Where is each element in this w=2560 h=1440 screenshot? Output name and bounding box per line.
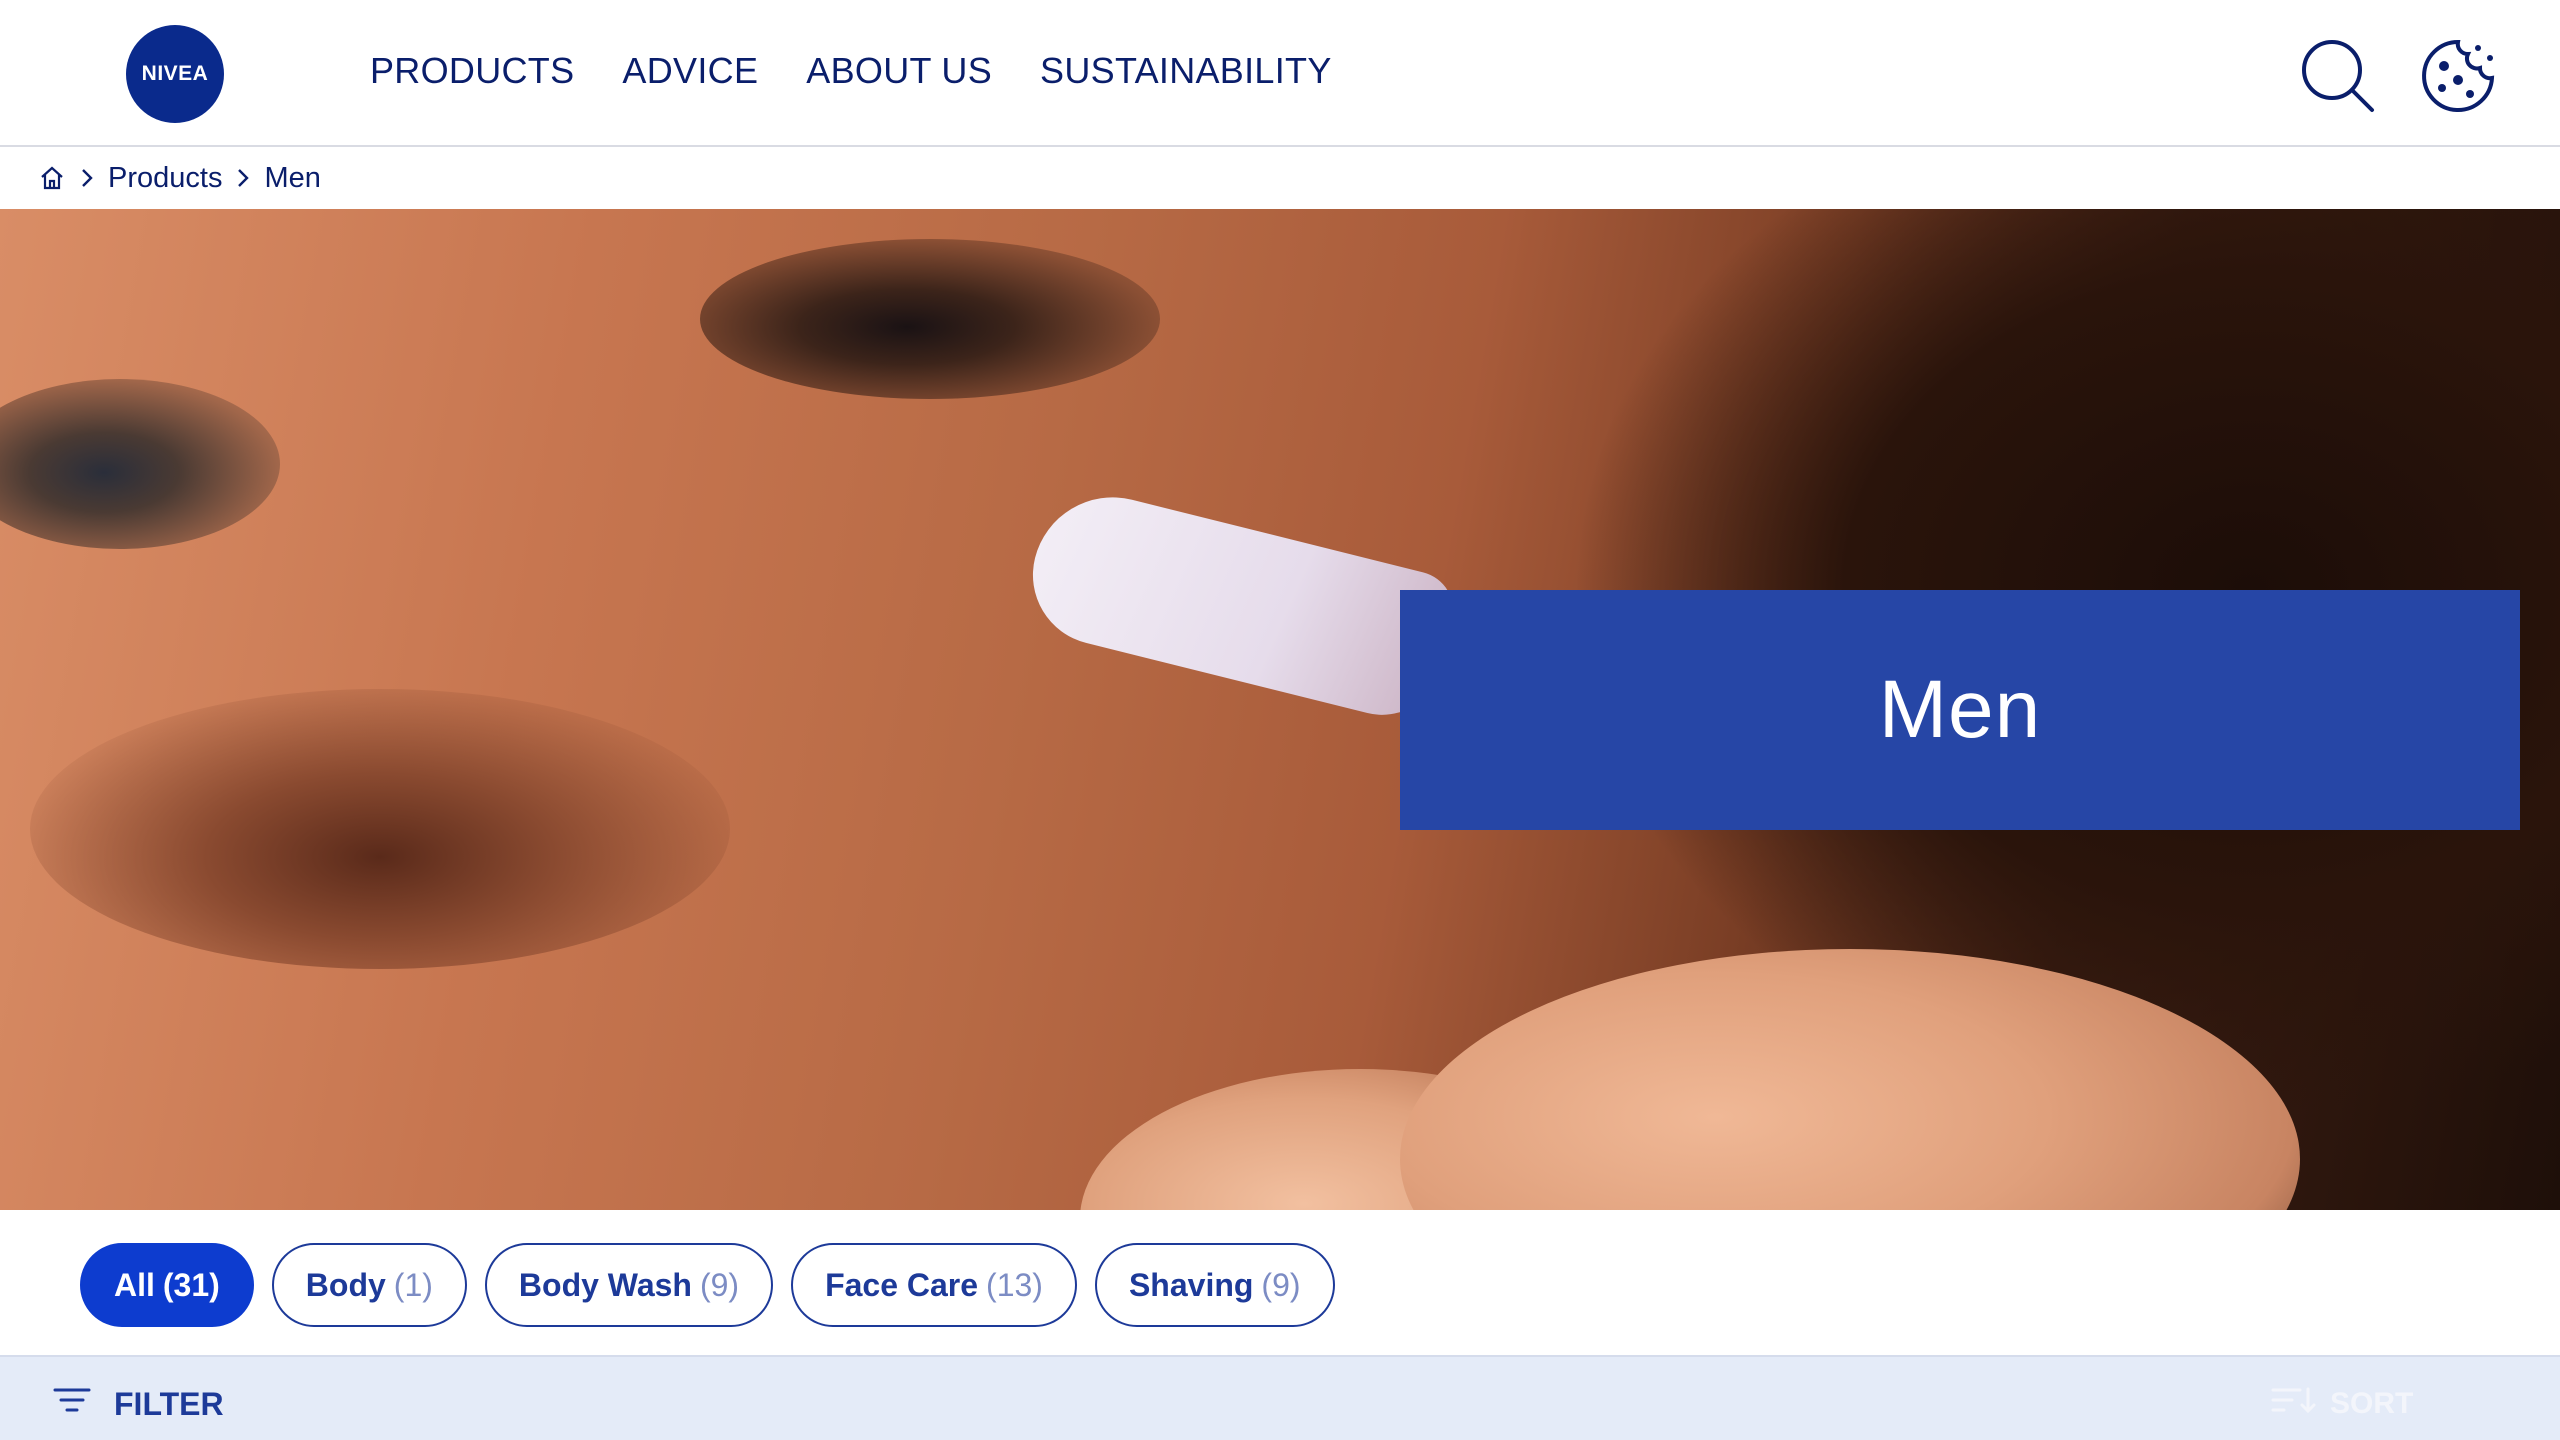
- sort-icon: [2270, 1385, 2316, 1423]
- sort-label: SORT: [2330, 1387, 2414, 1420]
- pill-label: Body Wash: [518, 1266, 692, 1303]
- category-pill-all[interactable]: All (31): [80, 1243, 254, 1327]
- hero-image-eye: [0, 379, 280, 549]
- hero-banner: Men: [0, 209, 2560, 1210]
- chevron-right-icon: [236, 167, 250, 189]
- pill-count: (9): [1261, 1266, 1301, 1303]
- category-pill-body[interactable]: Body (1): [271, 1243, 467, 1327]
- hero-image-nose: [30, 689, 730, 969]
- breadcrumb-men: Men: [264, 161, 321, 194]
- hero-title-box: Men: [1400, 590, 2520, 830]
- pill-count: (1): [393, 1266, 433, 1303]
- nav-sustainability[interactable]: SUSTAINABILITY: [1040, 50, 1332, 92]
- sort-button[interactable]: SORT: [2270, 1385, 2413, 1423]
- filter-button[interactable]: FILTER: [52, 1385, 224, 1423]
- main-nav: PRODUCTS ADVICE ABOUT US SUSTAINABILITY: [370, 50, 1332, 92]
- pill-count: (9): [699, 1266, 740, 1303]
- hero-image-eye: [700, 239, 1160, 399]
- category-filter-pills: All (31) Body (1) Body Wash (9) Face Car…: [80, 1243, 1335, 1327]
- nav-products[interactable]: PRODUCTS: [370, 50, 574, 92]
- filter-icon: [52, 1385, 92, 1423]
- hero-image-finger: [1400, 949, 2300, 1210]
- home-icon[interactable]: [38, 164, 66, 192]
- search-icon[interactable]: [2298, 36, 2378, 116]
- breadcrumb-products[interactable]: Products: [108, 162, 222, 195]
- hero-image-cream: [1018, 480, 1462, 728]
- breadcrumb: Products Men: [38, 147, 321, 209]
- pill-label: All: [114, 1266, 155, 1303]
- filter-sort-bar: FILTER SORT: [0, 1355, 2560, 1440]
- page-title: Men: [1878, 664, 2042, 755]
- pill-count: (31): [162, 1266, 220, 1303]
- nav-about-us[interactable]: ABOUT US: [806, 50, 992, 92]
- category-pill-shaving[interactable]: Shaving (9): [1094, 1243, 1335, 1327]
- nivea-logo[interactable]: NIVEA: [126, 25, 224, 123]
- pill-label: Body: [305, 1266, 386, 1303]
- pill-count: (13): [986, 1266, 1043, 1303]
- category-pill-face-care[interactable]: Face Care (13): [791, 1243, 1077, 1327]
- pill-label: Shaving: [1128, 1266, 1254, 1303]
- logo-text: NIVEA: [141, 62, 209, 85]
- category-pill-body-wash[interactable]: Body Wash (9): [484, 1243, 774, 1327]
- nav-advice[interactable]: ADVICE: [622, 50, 758, 92]
- pill-label: Face Care: [825, 1266, 979, 1303]
- site-header: NIVEA PRODUCTS ADVICE ABOUT US SUSTAINAB…: [0, 0, 2560, 147]
- cookie-icon[interactable]: [2418, 36, 2498, 116]
- filter-label: FILTER: [114, 1385, 224, 1422]
- chevron-right-icon: [80, 167, 94, 189]
